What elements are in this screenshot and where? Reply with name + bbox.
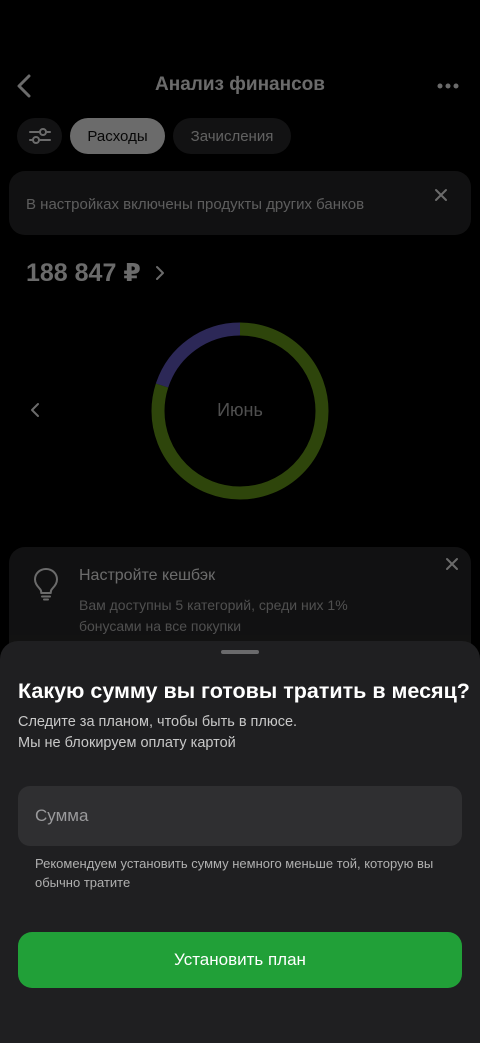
notice-banner: В настройках включены продукты других ба… xyxy=(9,171,471,235)
amount-input[interactable] xyxy=(18,786,462,846)
tab-expenses[interactable]: Расходы xyxy=(70,118,165,154)
sheet-title: Какую сумму вы готовы тратить в месяц? xyxy=(18,679,470,703)
set-plan-button[interactable]: Установить план xyxy=(18,932,462,988)
page-title: Анализ финансов xyxy=(155,74,325,95)
tip-title: Настройте кешбэк xyxy=(79,567,216,584)
total-spending[interactable]: 188 847 ₽ xyxy=(26,258,165,288)
screen: Анализ финансов Расходы Зачисления В нас… xyxy=(0,0,480,1043)
filter-chips: Расходы Зачисления xyxy=(17,118,291,154)
donut-month-label: Июнь xyxy=(217,400,263,420)
sheet-grabber[interactable] xyxy=(221,650,259,654)
amount-hint: Рекомендуем установить сумму немного мен… xyxy=(35,856,434,890)
chevron-left-icon xyxy=(31,403,39,417)
more-horizontal-icon xyxy=(437,83,459,89)
filter-button[interactable] xyxy=(17,118,62,154)
close-icon xyxy=(435,189,447,201)
tip-text: Вам доступны 5 категорий, среди них 1% б… xyxy=(79,597,348,634)
header: Анализ финансов xyxy=(0,64,480,108)
sheet-description: Следите за планом, чтобы быть в плюсе. М… xyxy=(18,712,458,754)
chevron-right-icon xyxy=(155,266,164,280)
total-amount: 188 847 ₽ xyxy=(26,259,141,287)
spending-donut-chart[interactable]: Июнь xyxy=(151,322,329,500)
notice-text: В настройках включены продукты других ба… xyxy=(26,196,365,213)
close-icon xyxy=(446,558,458,570)
notice-close-button[interactable] xyxy=(433,187,449,203)
sheet-description-line2: Мы не блокируем оплату картой xyxy=(18,735,236,751)
more-button[interactable] xyxy=(436,78,460,94)
sheet-description-line1: Следите за планом, чтобы быть в плюсе. xyxy=(18,714,298,730)
budget-bottom-sheet: Какую сумму вы готовы тратить в месяц? С… xyxy=(0,641,480,1043)
tab-income[interactable]: Зачисления xyxy=(173,118,291,154)
prev-month-button[interactable] xyxy=(28,400,42,420)
lightbulb-icon xyxy=(34,568,58,601)
tip-close-button[interactable] xyxy=(445,557,459,571)
sliders-icon xyxy=(28,128,51,144)
